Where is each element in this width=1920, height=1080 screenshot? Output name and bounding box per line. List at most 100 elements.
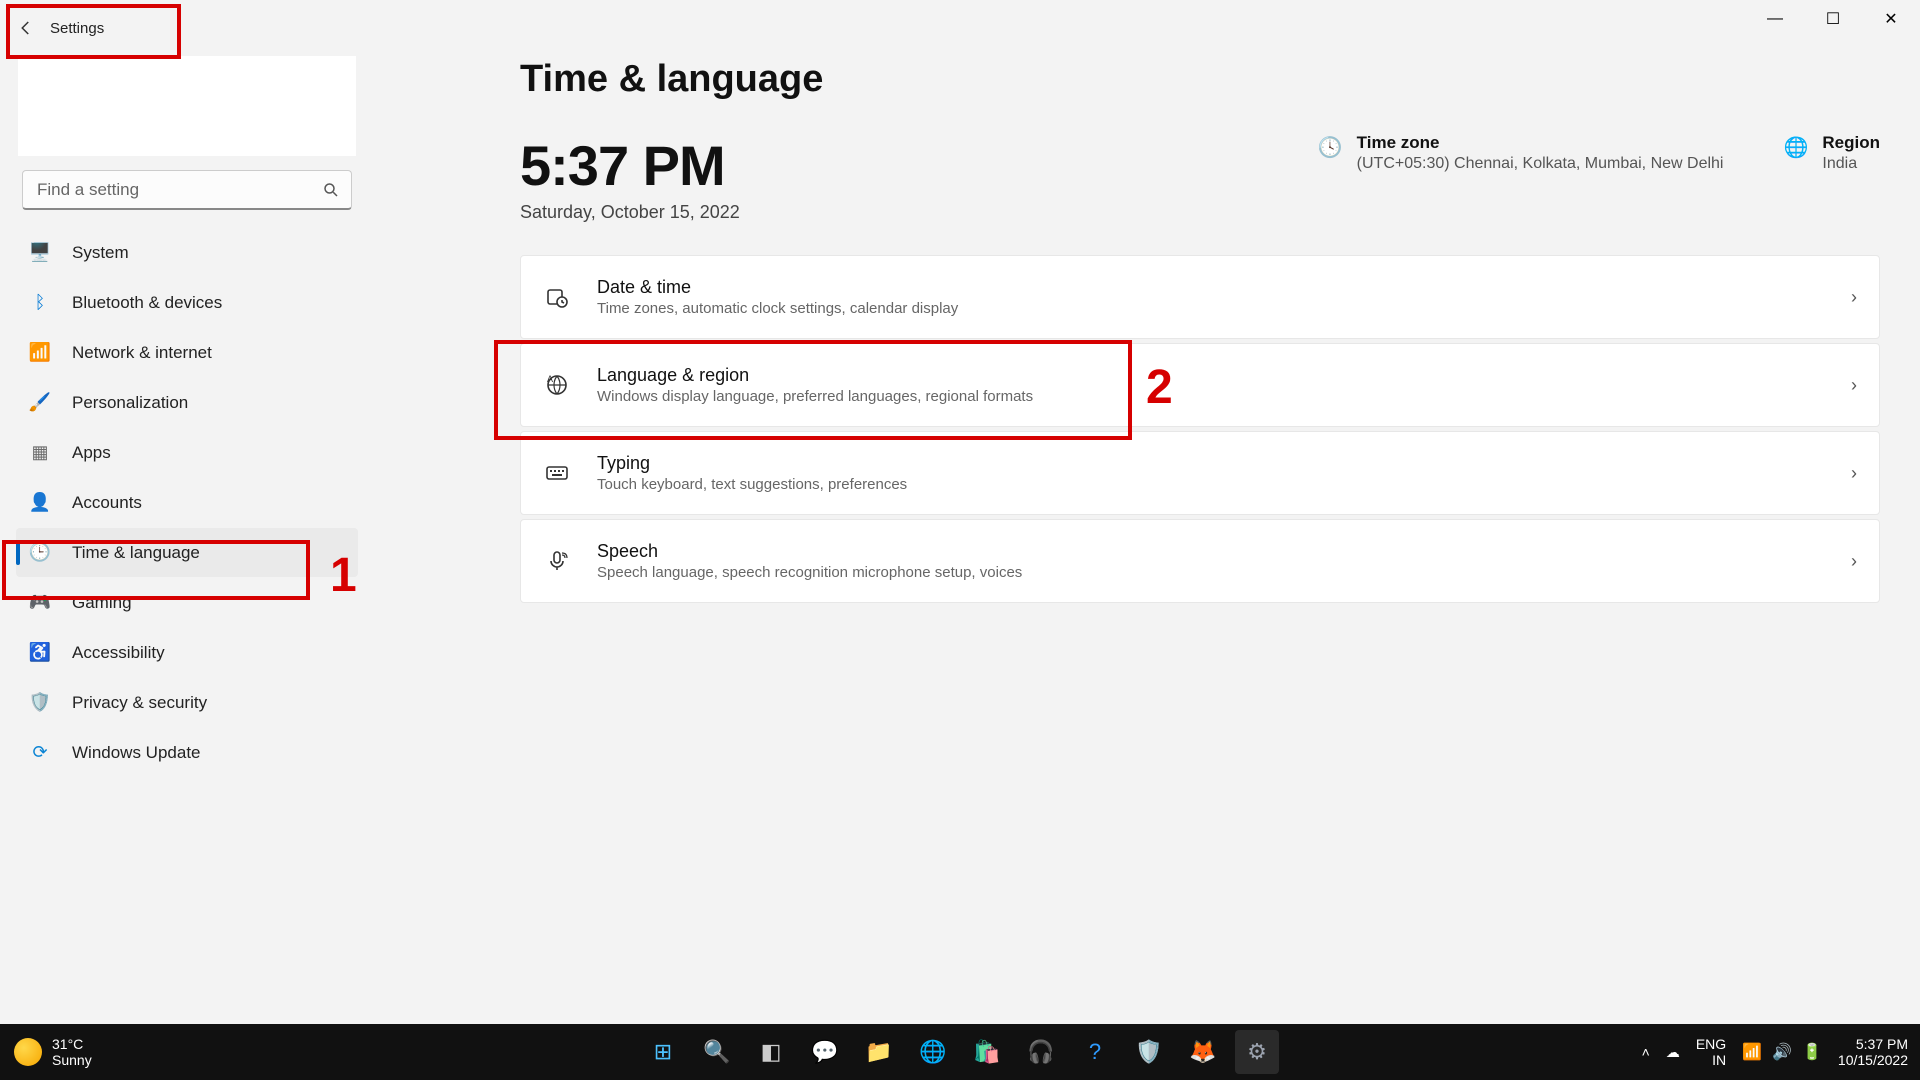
nav-icon: ᛒ [28,291,52,315]
taskbar-date: 10/15/2022 [1838,1052,1908,1068]
minimize-icon: — [1767,10,1783,28]
wifi-icon: 📶 [1742,1042,1762,1062]
card-subtitle: Speech language, speech recognition micr… [597,564,1851,581]
keyboard-icon [543,459,571,487]
taskbar-settings-icon[interactable]: ⚙ [1235,1030,1279,1074]
taskbar-headset-icon[interactable]: 🎧 [1019,1030,1063,1074]
sidebar-item-time-language[interactable]: 🕒Time & language [16,528,358,577]
card-subtitle: Windows display language, preferred lang… [597,388,1851,405]
system-tray: ˄ ☁ ENG IN 📶 🔊 🔋 5:37 PM 10/15/2022 [1642,1036,1908,1068]
chevron-right-icon: › [1851,287,1857,308]
timezone-info: 🕓 Time zone (UTC+05:30) Chennai, Kolkata… [1318,133,1724,173]
card-language-region[interactable]: A Language & region Windows display langua… [520,343,1880,427]
taskbar-file-explorer-icon[interactable]: 📁 [857,1030,901,1074]
card-title: Typing [597,453,1851,474]
taskbar-firefox-icon[interactable]: 🦊 [1181,1030,1225,1074]
taskbar-help-icon[interactable]: ? [1073,1030,1117,1074]
taskbar-clock[interactable]: 5:37 PM 10/15/2022 [1838,1036,1908,1068]
search-input[interactable] [22,170,352,210]
titlebar: Settings — ☐ ✕ [0,0,1920,56]
arrow-left-icon [17,19,35,37]
info-right: 🕓 Time zone (UTC+05:30) Chennai, Kolkata… [1318,133,1880,173]
titlebar-left: Settings [0,12,120,44]
taskbar-edge-icon[interactable]: 🌐 [911,1030,955,1074]
lang-line2: IN [1696,1052,1726,1068]
sidebar-item-privacy-security[interactable]: 🛡️Privacy & security [16,678,358,727]
taskbar-chat-icon[interactable]: 💬 [803,1030,847,1074]
taskbar-center: ⊞🔍◧💬📁🌐🛍️🎧?🛡️🦊⚙ [641,1030,1279,1074]
nav-icon: 📶 [28,341,52,365]
region-value: India [1822,155,1880,173]
svg-text:A: A [547,374,553,384]
card-title: Date & time [597,277,1851,298]
sidebar-item-system[interactable]: 🖥️ System [16,228,358,277]
timezone-value: (UTC+05:30) Chennai, Kolkata, Mumbai, Ne… [1357,155,1724,173]
weather-desc: Sunny [52,1052,92,1068]
settings-cards: Date & time Time zones, automatic clock s… [520,255,1880,603]
chevron-right-icon: › [1851,463,1857,484]
search-wrap [22,170,352,210]
clock-block: 5:37 PM Saturday, October 15, 2022 [520,133,740,223]
taskbar-start-icon[interactable]: ⊞ [641,1030,685,1074]
back-button[interactable] [16,18,36,38]
globe-icon: 🌐 [1783,135,1808,160]
user-account-block[interactable] [18,56,356,156]
annotation-number-2: 2 [1146,360,1173,415]
sidebar-item-network-internet[interactable]: 📶 Network & internet [16,328,358,377]
close-button[interactable]: ✕ [1862,0,1920,38]
taskbar-store-icon[interactable]: 🛍️ [965,1030,1009,1074]
sidebar-item-bluetooth-devices[interactable]: ᛒBluetooth & devices [16,278,358,327]
maximize-button[interactable]: ☐ [1804,0,1862,38]
search-icon [322,181,340,199]
taskbar-search-icon[interactable]: 🔍 [695,1030,739,1074]
card-body: Speech Speech language, speech recognitio… [597,541,1851,581]
sidebar-item-label: Accessibility [72,643,165,663]
card-title: Language & region [597,365,1851,386]
sidebar: 🖥️ System ᛒBluetooth & devices 📶 Network & i… [12,56,362,778]
chevron-right-icon: › [1851,375,1857,396]
tray-onedrive-icon[interactable]: ☁ [1666,1044,1680,1061]
timezone-label: Time zone [1357,133,1724,153]
card-subtitle: Touch keyboard, text suggestions, prefer… [597,476,1851,493]
card-title: Speech [597,541,1851,562]
sidebar-item-windows-update[interactable]: ⟳Windows Update [16,728,358,777]
taskbar-weather[interactable]: 31°C Sunny [0,1036,92,1068]
card-body: Date & time Time zones, automatic clock s… [597,277,1851,317]
nav-icon: 🖥️ [28,241,52,265]
language-indicator[interactable]: ENG IN [1696,1036,1726,1068]
sidebar-item-personalization[interactable]: 🖌️ Personalization [16,378,358,427]
battery-icon: 🔋 [1802,1042,1822,1062]
card-date-time[interactable]: Date & time Time zones, automatic clock s… [520,255,1880,339]
main-content: Time & language 5:37 PM Saturday, Octobe… [520,58,1880,603]
clock-row: 5:37 PM Saturday, October 15, 2022 🕓 Tim… [520,133,1880,223]
language-globe-icon: A [543,371,571,399]
nav-icon: 🎮 [28,591,52,615]
sidebar-item-label: Personalization [72,393,188,413]
card-speech[interactable]: Speech Speech language, speech recognitio… [520,519,1880,603]
window-controls: — ☐ ✕ [1746,0,1920,38]
sidebar-item-label: Network & internet [72,343,212,363]
page-title: Time & language [520,58,1880,101]
nav-list: 🖥️ System ᛒBluetooth & devices 📶 Network & i… [12,228,362,777]
tray-chevron-up-icon[interactable]: ˄ [1642,1044,1650,1060]
weather-temp: 31°C [52,1036,92,1052]
maximize-icon: ☐ [1826,9,1840,29]
nav-icon: 🖌️ [28,391,52,415]
sidebar-item-apps[interactable]: ▦Apps [16,428,358,477]
taskbar-security-icon[interactable]: 🛡️ [1127,1030,1171,1074]
minimize-button[interactable]: — [1746,0,1804,38]
sidebar-item-label: System [72,243,129,263]
card-subtitle: Time zones, automatic clock settings, ca… [597,300,1851,317]
sidebar-item-label: Time & language [72,543,200,563]
taskbar-task-view-icon[interactable]: ◧ [749,1030,793,1074]
card-body: Language & region Windows display languag… [597,365,1851,405]
sidebar-item-label: Windows Update [72,743,201,763]
tray-status-icons[interactable]: 📶 🔊 🔋 [1742,1042,1822,1062]
card-typing[interactable]: Typing Touch keyboard, text suggestions, … [520,431,1880,515]
sidebar-item-accounts[interactable]: 👤Accounts [16,478,358,527]
sidebar-item-accessibility[interactable]: ♿Accessibility [16,628,358,677]
nav-icon: 🛡️ [28,691,52,715]
current-time: 5:37 PM [520,133,740,198]
app-title: Settings [50,20,104,37]
sidebar-item-gaming[interactable]: 🎮Gaming [16,578,358,627]
